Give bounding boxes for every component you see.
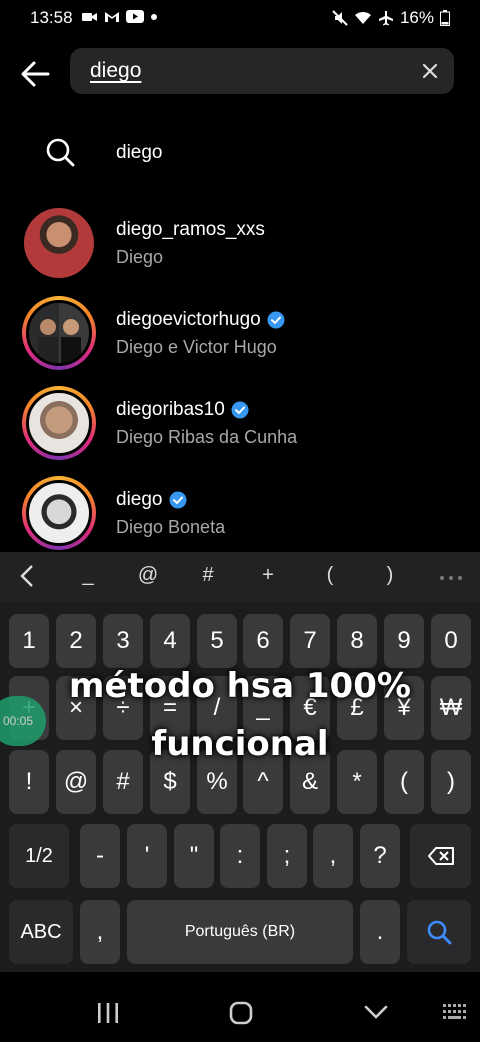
status-time: 13:58 <box>30 8 73 27</box>
key[interactable]: 1 <box>9 614 49 668</box>
recent-apps-icon <box>98 1003 118 1023</box>
username-text: diego_ramos_xxs <box>116 219 265 240</box>
keyboard-switch-button[interactable] <box>442 1002 468 1027</box>
result-full-name: Diego Ribas da Cunha <box>116 427 298 447</box>
chevron-down-icon <box>364 1005 388 1019</box>
result-username: diego_ramos_xxs <box>116 219 265 241</box>
mute-icon <box>332 10 348 26</box>
search-icon <box>46 138 75 167</box>
toolbar-key[interactable]: _ <box>73 564 103 587</box>
search-icon <box>427 920 452 945</box>
home-icon <box>229 1001 253 1025</box>
space-key[interactable]: Português (BR) <box>127 900 353 964</box>
key[interactable]: 0 <box>431 614 471 668</box>
toolbar-key[interactable]: ) <box>375 564 405 587</box>
key[interactable]: 7 <box>290 614 330 668</box>
avatar-story-ring <box>22 296 96 370</box>
key[interactable]: 3 <box>103 614 143 668</box>
result-username: diegoribas10 <box>116 399 249 421</box>
video-caption-line-1: método hsa 100% <box>69 666 411 706</box>
user-result-row[interactable]: diego Diego Boneta <box>0 468 480 556</box>
key[interactable]: 5 <box>197 614 237 668</box>
more-dots-icon <box>440 576 462 580</box>
toolbar-back-button[interactable] <box>12 564 42 594</box>
backspace-key[interactable] <box>410 824 471 888</box>
key[interactable]: , <box>313 824 353 888</box>
key[interactable]: " <box>174 824 214 888</box>
avatar-image <box>26 390 92 456</box>
avatar-image <box>24 208 94 278</box>
key[interactable]: 8 <box>337 614 377 668</box>
period-key[interactable]: . <box>360 900 400 964</box>
avatar-image <box>26 480 92 546</box>
arrow-left-icon <box>21 61 50 87</box>
suggestion-text: diego <box>116 142 163 163</box>
user-result-row[interactable]: diego_ramos_xxs Diego <box>0 198 480 286</box>
result-full-name: Diego e Victor Hugo <box>116 337 277 357</box>
recent-apps-button[interactable] <box>96 1002 120 1029</box>
status-right: 16% <box>332 8 450 28</box>
search-suggestion-row[interactable]: diego <box>0 126 480 182</box>
username-text: diego <box>116 489 163 510</box>
dot-icon <box>151 13 157 20</box>
gmail-icon <box>105 11 119 22</box>
keyboard-toolbar: _ @ # + ( ) <box>0 552 480 602</box>
video-caption-line-2: funcional <box>151 724 329 764</box>
hide-keyboard-button[interactable] <box>364 1004 388 1025</box>
username-text: diegoevictorhugo <box>116 309 261 330</box>
backspace-icon <box>427 847 454 865</box>
result-full-name: Diego Boneta <box>116 517 226 537</box>
battery-percent: 16% <box>399 8 434 27</box>
result-full-name: Diego <box>116 247 164 267</box>
comma-key[interactable]: , <box>80 900 120 964</box>
verified-badge-icon <box>231 401 249 419</box>
avatar-figures <box>38 319 81 363</box>
key[interactable]: 2 <box>56 614 96 668</box>
user-result-row[interactable]: diegoevictorhugo Diego e Victor Hugo <box>0 288 480 376</box>
youtube-icon <box>126 10 144 23</box>
toolbar-key[interactable]: + <box>253 564 283 587</box>
toolbar-key[interactable]: @ <box>133 564 163 587</box>
key[interactable]: ' <box>127 824 167 888</box>
key[interactable]: - <box>80 824 120 888</box>
avatar-image <box>26 300 92 366</box>
system-nav-bar <box>0 972 480 1042</box>
verified-badge-icon <box>267 311 285 329</box>
notification-icons <box>82 10 158 23</box>
airplane-icon <box>378 11 393 26</box>
avatar-story-ring <box>22 476 96 550</box>
abc-key[interactable]: ABC <box>9 900 73 964</box>
key[interactable]: 6 <box>243 614 283 668</box>
toolbar-key[interactable]: # <box>193 564 223 587</box>
wifi-icon <box>354 11 371 24</box>
battery-icon <box>440 10 450 26</box>
key[interactable]: : <box>220 824 260 888</box>
home-button[interactable] <box>229 1001 253 1030</box>
key[interactable]: 9 <box>384 614 424 668</box>
avatar-story-ring <box>22 386 96 460</box>
video-call-icon <box>82 12 97 21</box>
toolbar-more-button[interactable] <box>436 564 466 587</box>
symbols-page-key[interactable]: 1/2 <box>9 824 69 888</box>
key[interactable]: 4 <box>150 614 190 668</box>
back-button[interactable] <box>18 56 54 92</box>
chevron-left-icon <box>20 565 33 587</box>
close-icon <box>422 63 438 79</box>
verified-badge-icon <box>169 491 186 509</box>
user-result-row[interactable]: diegoribas10 Diego Ribas da Cunha <box>0 378 480 466</box>
search-query-text: diego <box>90 59 142 82</box>
username-text: diegoribas10 <box>116 399 225 420</box>
result-username: diego <box>116 489 187 511</box>
clear-search-button[interactable] <box>420 61 440 81</box>
toolbar-key[interactable]: ( <box>315 564 345 587</box>
status-bar: 13:58 16% <box>0 0 480 36</box>
avatar <box>22 206 96 280</box>
keyboard-grid-icon <box>443 1004 466 1019</box>
search-input[interactable]: diego <box>70 48 454 94</box>
key[interactable]: ? <box>360 824 400 888</box>
key[interactable]: ; <box>267 824 307 888</box>
search-key[interactable] <box>407 900 471 964</box>
result-username: diegoevictorhugo <box>116 309 285 331</box>
